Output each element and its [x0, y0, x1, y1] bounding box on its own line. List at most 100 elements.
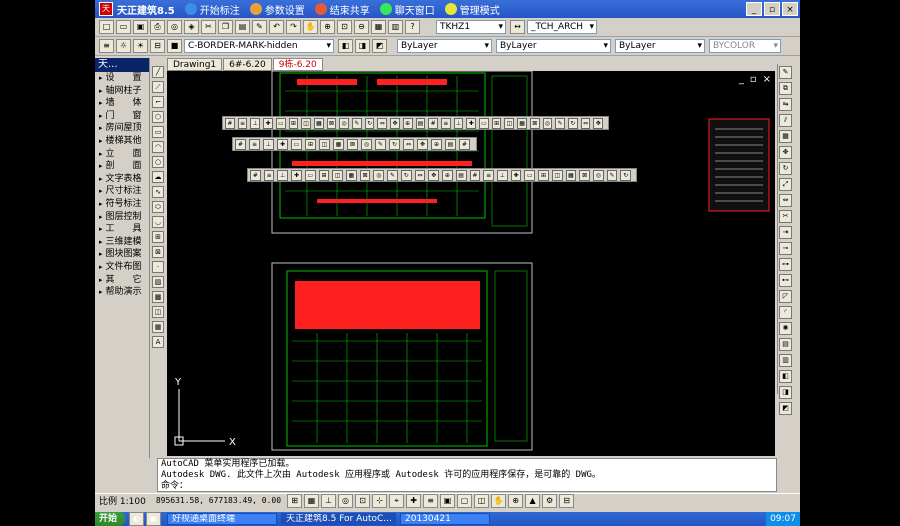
- tangent-tool-icon[interactable]: ◎: [542, 117, 553, 129]
- tangent-tool-icon[interactable]: ▦: [517, 117, 527, 129]
- settings-button[interactable]: 参数设置: [249, 2, 305, 17]
- explode-icon[interactable]: ✺: [779, 321, 792, 335]
- dyn-icon[interactable]: ✚: [406, 493, 422, 508]
- tangent-tool-icon[interactable]: ⇔: [414, 169, 426, 181]
- tangent-tool-icon[interactable]: #: [459, 138, 470, 150]
- lineweight-select[interactable]: ByLayer: [615, 39, 705, 53]
- break-point-icon[interactable]: ⊸: [779, 241, 792, 255]
- tangent-tool-icon[interactable]: ▭: [275, 117, 286, 129]
- tangent-tool-icon[interactable]: ◫: [504, 117, 515, 129]
- menu-item[interactable]: 符号标注: [95, 198, 149, 211]
- insert-block-icon[interactable]: ⊞: [152, 230, 164, 243]
- zoom-window-icon[interactable]: ⊡: [337, 20, 352, 34]
- linetype-select[interactable]: ByLayer: [496, 39, 611, 53]
- tangent-tool-icon[interactable]: ✎: [606, 169, 618, 181]
- tangent-tool-icon[interactable]: ≡: [249, 138, 260, 150]
- tangent-tool-icon[interactable]: ▭: [291, 138, 302, 150]
- lock-icon[interactable]: ⊟: [559, 493, 575, 508]
- task-folder[interactable]: 20130421: [400, 513, 491, 525]
- tangent-tool-icon[interactable]: ▭: [479, 117, 489, 129]
- extend-icon[interactable]: ⇥: [779, 225, 792, 239]
- publish-icon[interactable]: ◈: [184, 20, 199, 34]
- plotstyle-select[interactable]: BYCOLOR: [709, 39, 781, 53]
- fillet-icon[interactable]: ◜: [779, 305, 792, 319]
- drawing-canvas[interactable]: _ ▫ × Y X # ≡ ⊥ ✚ ▭ ⊞ ◫ ▦ ⊠ ◎ ✎ ↻ ⇔ ✥ ⊕ …: [167, 71, 775, 456]
- undo-icon[interactable]: ↶: [269, 20, 284, 34]
- tangent-tool-icon[interactable]: ⊕: [431, 138, 442, 150]
- save-icon[interactable]: ▣: [133, 20, 148, 34]
- tangent-tool-icon[interactable]: ≡: [440, 117, 451, 129]
- tangent-tool-icon[interactable]: ⊠: [579, 169, 590, 181]
- tangent-tool-icon[interactable]: ✎: [555, 117, 565, 129]
- tangent-tool-icon[interactable]: ⊞: [288, 117, 299, 129]
- tangent-tool-icon[interactable]: ⊥: [496, 169, 508, 181]
- gradient-icon[interactable]: ▩: [152, 290, 164, 303]
- task-tangent[interactable]: 天正建筑8.5 For AutoC...: [281, 513, 397, 525]
- cut-icon[interactable]: ✂: [201, 20, 216, 34]
- canvas-maximize-icon[interactable]: ▫: [750, 74, 757, 85]
- tangent-tool-icon[interactable]: ✚: [291, 169, 302, 181]
- desktop-icon[interactable]: ▣: [146, 512, 162, 526]
- snap-icon[interactable]: ⊞: [287, 493, 303, 508]
- text-style-select[interactable]: TKHZ1: [436, 20, 506, 34]
- menu-item[interactable]: 立 面: [95, 148, 149, 161]
- tangent-tool-icon[interactable]: ◎: [373, 169, 385, 181]
- line-icon[interactable]: ╱: [152, 65, 164, 78]
- layer-previous-icon[interactable]: ◨: [355, 39, 370, 53]
- rectangle-icon[interactable]: ▭: [152, 125, 164, 138]
- tangent-tool-icon[interactable]: ⊥: [453, 117, 464, 129]
- revcloud-icon[interactable]: ☁: [152, 170, 164, 183]
- layout-icon[interactable]: ▢: [457, 493, 473, 508]
- tangent-tool-icon[interactable]: ⊞: [305, 138, 316, 150]
- menu-item[interactable]: 其 它: [95, 274, 149, 287]
- preview-icon[interactable]: ◎: [167, 20, 182, 34]
- tangent-tool-icon[interactable]: ✥: [428, 169, 440, 181]
- tangent-tool-icon[interactable]: ▦: [333, 138, 344, 150]
- offset-icon[interactable]: ⫽: [779, 113, 792, 127]
- ducs-icon[interactable]: ⌖: [389, 493, 405, 508]
- annotation-scale-icon[interactable]: ▲: [525, 493, 541, 508]
- redo-icon[interactable]: ↷: [286, 20, 301, 34]
- tangent-tool-icon[interactable]: ⊠: [326, 117, 337, 129]
- tangent-tool-icon[interactable]: ◎: [592, 169, 604, 181]
- tangent-tool-icon[interactable]: ▦: [565, 169, 577, 181]
- model-icon[interactable]: ▣: [440, 493, 456, 508]
- layer-state-icon[interactable]: ◩: [372, 39, 387, 53]
- match-icon[interactable]: ✎: [252, 20, 267, 34]
- tangent-tool-icon[interactable]: ⊕: [402, 117, 413, 129]
- polyline-icon[interactable]: ⌐: [152, 95, 164, 108]
- layer-color-icon[interactable]: ■: [167, 39, 182, 53]
- close-icon[interactable]: ×: [782, 2, 798, 16]
- tangent-tool-icon[interactable]: ✎: [352, 117, 362, 129]
- color-select[interactable]: ByLayer: [397, 39, 492, 53]
- layer-sun-icon[interactable]: ☀: [133, 39, 148, 53]
- tangent-tool-icon[interactable]: ✚: [263, 117, 273, 129]
- mirror-icon[interactable]: ⇋: [779, 97, 792, 111]
- polygon-icon[interactable]: ⬡: [152, 110, 164, 123]
- tab-6-6-20[interactable]: 6#-6.20: [223, 58, 272, 71]
- menu-item[interactable]: 尺寸标注: [95, 185, 149, 198]
- menu-item[interactable]: 三维建模: [95, 236, 149, 249]
- tangent-tool-icon[interactable]: ↻: [567, 117, 578, 129]
- end-share-button[interactable]: 结束共享: [314, 2, 370, 17]
- array-icon[interactable]: ▦: [779, 129, 792, 143]
- tangent-tool-icon[interactable]: ↻: [364, 117, 375, 129]
- admin-mode-button[interactable]: 管理模式: [444, 2, 500, 17]
- erase-icon[interactable]: ✎: [779, 65, 792, 79]
- tangent-tool-icon[interactable]: #: [469, 169, 481, 181]
- point-icon[interactable]: ·: [152, 260, 164, 273]
- menu-item[interactable]: 剖 面: [95, 160, 149, 173]
- new-file-icon[interactable]: □: [99, 20, 114, 34]
- maximize-icon[interactable]: ▫: [764, 2, 780, 16]
- tangent-tool-icon[interactable]: ✎: [387, 169, 398, 181]
- tab-9-6-20[interactable]: 9栋-6.20: [272, 58, 323, 71]
- menu-item[interactable]: 文件布图: [95, 261, 149, 274]
- scale-display[interactable]: 比例 1:100: [95, 494, 150, 507]
- tangent-tool-icon[interactable]: ◫: [332, 169, 344, 181]
- menu-item[interactable]: 房间屋顶: [95, 122, 149, 135]
- help-icon[interactable]: ?: [405, 20, 420, 34]
- chat-window-button[interactable]: 聊天窗口: [379, 2, 435, 17]
- circle-icon[interactable]: ○: [152, 155, 164, 168]
- tangent-tool-icon[interactable]: ◫: [319, 138, 330, 150]
- chamfer-icon[interactable]: ◸: [779, 289, 792, 303]
